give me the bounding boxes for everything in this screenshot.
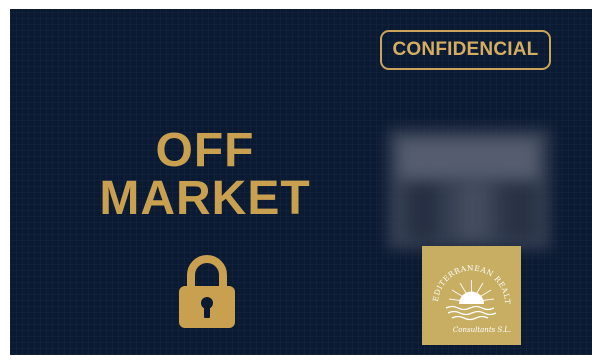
off-market-headline: OFF MARKET [70,127,340,223]
confidential-badge: CONFIDENCIAL [380,30,551,70]
off-market-card: CONFIDENCIAL OFF MARKET MEDITERRANEAN [10,9,592,355]
lock-icon [178,253,236,334]
mediterranean-realty-logo: MEDITERRANEAN REALTY Consultants S.L. [422,246,521,345]
confidential-badge-label: CONFIDENCIAL [392,39,539,60]
blurred-property-photo [388,129,550,249]
headline-line-2: MARKET [99,172,311,225]
headline-line-1: OFF [155,124,255,177]
svg-text:Consultants S.L.: Consultants S.L. [453,326,511,334]
